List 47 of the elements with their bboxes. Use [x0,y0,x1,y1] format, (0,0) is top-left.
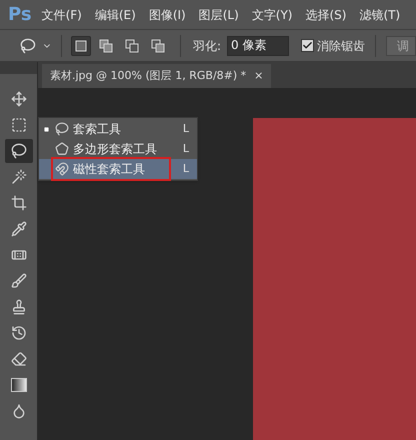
menu-item[interactable]: 选择(S) [305,6,346,24]
eyedropper-icon [10,221,26,237]
eraser-icon [10,351,26,367]
flyout-label: 多边形套索工具 [73,141,157,158]
lasso-icon [10,143,26,159]
menu-item[interactable]: 滤镜(T) [359,6,400,24]
shortcut-label: L [182,160,189,177]
menu-item[interactable]: 图像(I) [148,6,186,24]
tool-button[interactable] [4,139,32,163]
flyout-item[interactable]: 套索工具 L [39,119,197,139]
antialias-label: 消除锯齿 [316,38,365,54]
gradient-icon [10,378,26,392]
stamp-icon [10,299,26,315]
magnetic-lasso-icon [55,162,69,176]
lasso-icon [55,122,69,136]
shortcut-label: L [182,120,189,137]
menu-item[interactable]: 图层(L) [198,6,239,24]
polygon-lasso-icon [55,142,69,156]
subtract-selection-icon [125,38,140,52]
brush-icon [10,273,26,289]
flyout-item[interactable]: 多边形套索工具 L [39,139,197,159]
magic-wand-icon [10,169,26,185]
flyout-item[interactable]: 磁性套索工具 L [39,159,197,179]
antialias-checkbox[interactable] [300,39,314,52]
close-button[interactable]: × [254,68,264,84]
document-title: 素材.jpg @ 100% (图层 1, RGB/8#) * [50,68,246,84]
feather-label: 羽化: [192,38,221,54]
flyout-label: 磁性套索工具 [73,161,145,178]
flyout-label: 套索工具 [73,121,121,138]
menu-item[interactable]: 文字(Y) [252,6,292,24]
intersect-selection-icon [151,38,166,52]
shortcut-label: L [182,140,189,157]
app-logo: Ps [8,3,32,27]
crop-icon [10,195,26,211]
menu-item[interactable]: 文件(F) [42,6,82,24]
selection-mode-button[interactable] [70,36,91,56]
marquee-icon [10,117,26,133]
menu-item[interactable]: 编辑(E) [94,6,136,24]
move-icon [10,91,26,107]
document-tab[interactable]: 素材.jpg @ 100% (图层 1, RGB/8#) * × [42,64,272,88]
feather-field[interactable]: 0 像素 [226,36,289,56]
add-selection-icon [99,38,114,52]
lasso-icon[interactable] [20,38,36,54]
history-brush-icon [10,325,26,341]
check-icon [302,40,313,51]
new-selection-icon [74,38,88,52]
drop-icon [10,403,26,419]
